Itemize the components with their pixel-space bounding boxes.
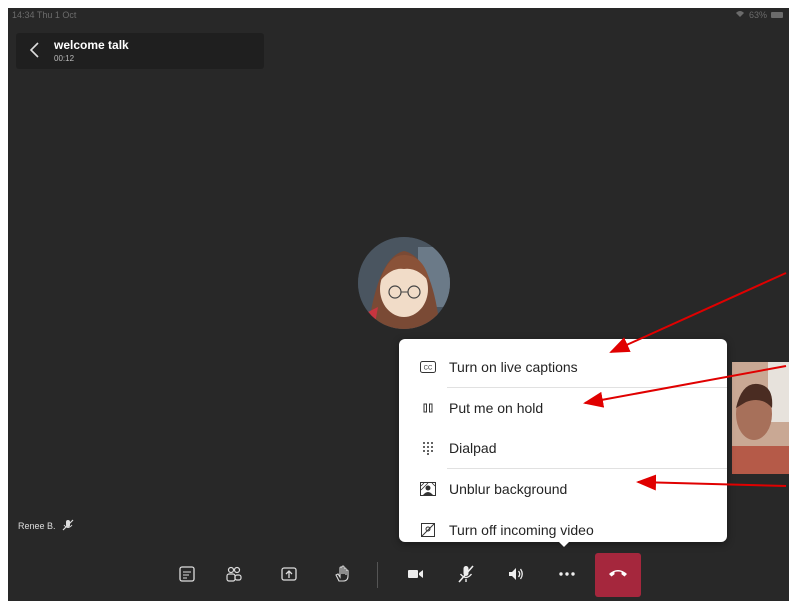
status-time: 14:34 Thu 1 Oct <box>12 10 77 20</box>
mic-muted-icon[interactable] <box>452 560 480 588</box>
call-duration: 00:12 <box>54 54 75 63</box>
share-icon[interactable] <box>275 560 303 588</box>
avatar <box>358 237 450 329</box>
battery-percent: 63% <box>748 10 767 20</box>
battery-icon <box>771 12 783 18</box>
hang-up-icon <box>607 566 629 584</box>
menu-item-label: Turn off incoming video <box>449 522 594 538</box>
menu-item-dialpad[interactable]: Dialpad <box>399 428 727 468</box>
menu-item-label: Turn on live captions <box>449 359 578 375</box>
video-off-icon <box>419 521 437 539</box>
chat-icon[interactable] <box>173 560 201 588</box>
participants-icon[interactable] <box>220 560 248 588</box>
closed-captions-icon: CC <box>419 358 437 376</box>
hold-icon <box>419 399 437 417</box>
self-video-preview[interactable] <box>732 362 789 474</box>
back-icon[interactable] <box>26 40 44 60</box>
participant-name: Renee B. <box>18 521 56 531</box>
mic-muted-icon <box>62 519 74 533</box>
menu-item-label: Put me on hold <box>449 400 544 416</box>
dialpad-icon <box>419 439 437 457</box>
wifi-icon <box>735 10 745 20</box>
toolbar-divider <box>377 562 378 588</box>
menu-item-live-captions[interactable]: CC Turn on live captions <box>399 347 727 387</box>
teams-call-screen: 14:34 Thu 1 Oct 63% welcome talk 00:12 R… <box>8 8 789 601</box>
menu-caret <box>556 539 572 547</box>
more-options-icon[interactable] <box>553 560 581 588</box>
menu-item-label: Dialpad <box>449 440 497 456</box>
call-header: welcome talk 00:12 <box>16 33 264 69</box>
more-options-menu: CC Turn on live captions Put me on hold … <box>399 339 727 542</box>
status-indicators: 63% <box>735 10 783 20</box>
menu-item-hold[interactable]: Put me on hold <box>399 388 727 428</box>
raise-hand-icon[interactable] <box>328 560 356 588</box>
menu-item-label: Unblur background <box>449 481 568 497</box>
participant-label: Renee B. <box>18 519 74 533</box>
call-toolbar <box>8 550 789 598</box>
hang-up-button[interactable] <box>595 553 641 597</box>
speaker-icon[interactable] <box>502 560 530 588</box>
call-title: welcome talk <box>54 38 129 52</box>
camera-icon[interactable] <box>402 560 430 588</box>
svg-text:CC: CC <box>424 366 433 372</box>
menu-item-unblur-background[interactable]: Unblur background <box>399 469 727 509</box>
blur-background-icon <box>419 480 437 498</box>
